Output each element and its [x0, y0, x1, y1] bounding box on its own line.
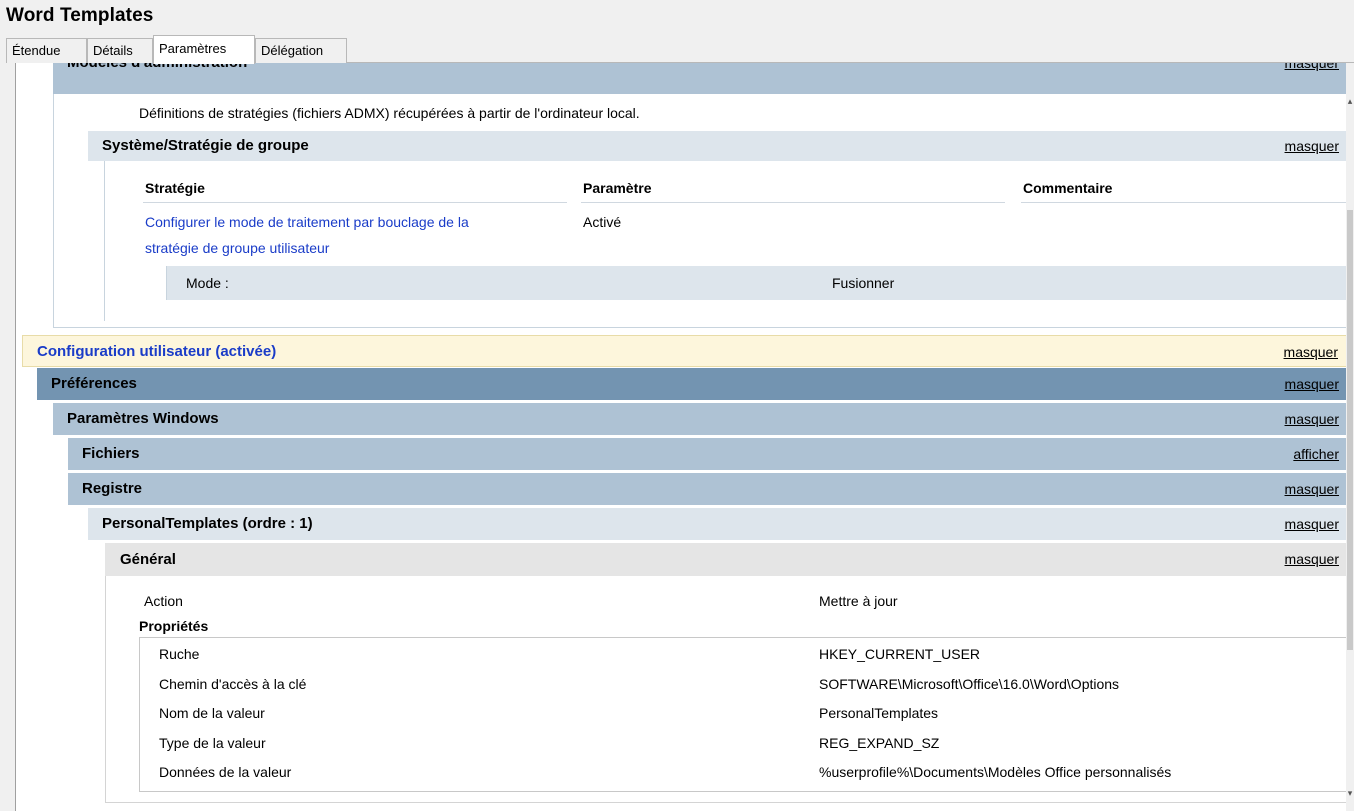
scroll-up-icon[interactable]: ▴	[1346, 96, 1354, 110]
tab-parametres[interactable]: Paramètres	[153, 35, 255, 64]
mode-value: Fusionner	[832, 275, 895, 291]
registry-toggle[interactable]: masquer	[1285, 473, 1339, 505]
admin-templates-toggle[interactable]: masquer	[1285, 63, 1339, 78]
property-label: Ruche	[159, 646, 200, 662]
tab-delegation[interactable]: Délégation	[255, 38, 347, 63]
windows-settings-toggle[interactable]: masquer	[1285, 403, 1339, 435]
policy-link-line2[interactable]: stratégie de groupe utilisateur	[145, 240, 329, 256]
property-label: Nom de la valeur	[159, 705, 265, 721]
properties-table: Ruche HKEY_CURRENT_USER Chemin d'accès à…	[139, 637, 1347, 792]
divider	[581, 202, 1005, 203]
properties-label: Propriétés	[139, 618, 209, 634]
scroll-down-icon[interactable]: ▾	[1346, 788, 1354, 802]
personal-templates-toggle[interactable]: masquer	[1285, 508, 1339, 540]
preferences-header: Préférences masquer	[37, 368, 1347, 400]
registry-header: Registre masquer	[68, 473, 1347, 505]
registry-title: Registre	[82, 480, 143, 497]
general-title: Général	[120, 551, 176, 568]
general-header: Général masquer	[105, 543, 1347, 576]
scrollbar-thumb[interactable]	[1347, 210, 1353, 650]
property-value: SOFTWARE\Microsoft\Office\16.0\Word\Opti…	[819, 676, 1120, 692]
general-toggle[interactable]: masquer	[1285, 543, 1339, 576]
user-config-header: Configuration utilisateur (activée) masq…	[22, 335, 1347, 367]
action-label: Action	[144, 593, 183, 609]
property-value: REG_EXPAND_SZ	[819, 735, 940, 751]
column-header-comment: Commentaire	[1023, 180, 1113, 196]
action-value: Mettre à jour	[819, 593, 898, 609]
property-value: PersonalTemplates	[819, 705, 939, 721]
files-title: Fichiers	[82, 445, 140, 462]
property-label: Données de la valeur	[159, 764, 292, 780]
mode-row: Mode : Fusionner	[166, 266, 1347, 300]
admin-templates-title: Modèles d'administration	[67, 63, 247, 78]
policy-link-line1[interactable]: Configurer le mode de traitement par bou…	[145, 214, 469, 230]
property-value: %userprofile%\Documents\Modèles Office p…	[819, 764, 1172, 780]
property-value: HKEY_CURRENT_USER	[819, 646, 981, 662]
windows-settings-title: Paramètres Windows	[67, 410, 219, 427]
preferences-title: Préférences	[51, 375, 137, 392]
files-toggle[interactable]: afficher	[1293, 438, 1339, 470]
system-gp-toggle[interactable]: masquer	[1285, 131, 1339, 161]
admin-templates-header: Modèles d'administration masquer	[53, 63, 1347, 94]
tab-strip: Étendue Détails Paramètres Délégation	[6, 35, 1354, 64]
personal-templates-header: PersonalTemplates (ordre : 1) masquer	[88, 508, 1347, 540]
system-gp-title: Système/Stratégie de groupe	[102, 137, 309, 154]
divider	[1021, 202, 1347, 203]
admin-templates-description: Définitions de stratégies (fichiers ADMX…	[139, 105, 640, 121]
tab-etendue[interactable]: Étendue	[6, 38, 87, 63]
column-header-setting: Paramètre	[583, 180, 652, 196]
tab-details[interactable]: Détails	[87, 38, 153, 63]
windows-settings-header: Paramètres Windows masquer	[53, 403, 1347, 435]
policy-value: Activé	[583, 214, 622, 230]
preferences-toggle[interactable]: masquer	[1285, 368, 1339, 400]
user-config-toggle[interactable]: masquer	[1284, 336, 1338, 368]
system-gp-header: Système/Stratégie de groupe masquer	[88, 131, 1347, 161]
window-title: Word Templates	[6, 5, 154, 26]
mode-label: Mode :	[186, 275, 229, 291]
personal-templates-title: PersonalTemplates (ordre : 1)	[102, 515, 313, 532]
settings-report: Modèles d'administration masquer Définit…	[15, 63, 1354, 811]
vertical-scrollbar[interactable]	[1346, 63, 1354, 811]
column-header-policy: Stratégie	[145, 180, 205, 196]
user-config-title: Configuration utilisateur (activée)	[37, 343, 277, 360]
files-header: Fichiers afficher	[68, 438, 1347, 470]
property-label: Chemin d'accès à la clé	[159, 676, 307, 692]
divider	[143, 202, 567, 203]
property-label: Type de la valeur	[159, 735, 266, 751]
